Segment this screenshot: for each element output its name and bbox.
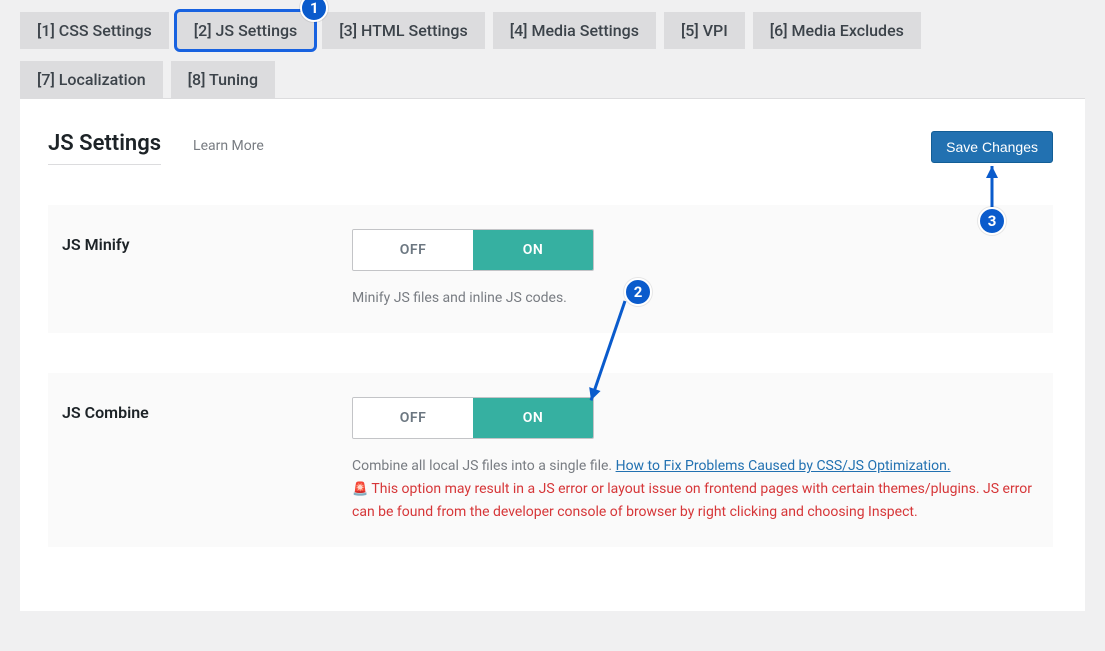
tab-vpi[interactable]: [5] VPI xyxy=(664,12,745,49)
tab-media-settings[interactable]: [4] Media Settings xyxy=(493,12,656,49)
desc-js-combine: Combine all local JS files into a single… xyxy=(352,455,1035,523)
tab-row-1: [1] CSS Settings [2] JS Settings [3] HTM… xyxy=(20,12,1085,49)
learn-more-link[interactable]: Learn More xyxy=(193,138,264,154)
tab-tuning[interactable]: [8] Tuning xyxy=(171,61,275,98)
annotation-badge-2: 2 xyxy=(624,278,652,306)
toggle-js-combine[interactable]: OFF ON xyxy=(352,397,594,439)
desc-js-combine-help-link[interactable]: How to Fix Problems Caused by CSS/JS Opt… xyxy=(616,458,951,474)
setting-label-js-combine: JS Combine xyxy=(62,397,352,422)
desc-js-combine-text: Combine all local JS files into a single… xyxy=(352,458,616,474)
toggle-js-minify-off[interactable]: OFF xyxy=(353,230,473,270)
warning-text: This option may result in a JS error or … xyxy=(352,481,1032,520)
annotation-badge-3: 3 xyxy=(978,207,1006,235)
save-changes-button[interactable]: Save Changes xyxy=(931,131,1053,163)
setting-js-minify: JS Minify OFF ON Minify JS files and inl… xyxy=(48,205,1053,333)
toggle-js-minify-on[interactable]: ON xyxy=(473,230,593,270)
warning-icon: 🚨 xyxy=(352,482,368,497)
toggle-js-minify[interactable]: OFF ON xyxy=(352,229,594,271)
tab-row-2: [7] Localization [8] Tuning xyxy=(20,61,1085,98)
tab-css-settings[interactable]: [1] CSS Settings xyxy=(20,12,169,49)
tab-js-settings[interactable]: [2] JS Settings xyxy=(177,12,315,49)
page-title: JS Settings xyxy=(48,131,161,165)
tab-html-settings[interactable]: [3] HTML Settings xyxy=(322,12,484,49)
toggle-js-combine-off[interactable]: OFF xyxy=(353,398,473,438)
setting-label-js-minify: JS Minify xyxy=(62,229,352,254)
setting-js-combine: JS Combine OFF ON Combine all local JS f… xyxy=(48,373,1053,547)
tab-localization[interactable]: [7] Localization xyxy=(20,61,163,98)
toggle-js-combine-on[interactable]: ON xyxy=(473,398,593,438)
desc-js-minify: Minify JS files and inline JS codes. xyxy=(352,287,1035,309)
tab-media-excludes[interactable]: [6] Media Excludes xyxy=(753,12,921,49)
